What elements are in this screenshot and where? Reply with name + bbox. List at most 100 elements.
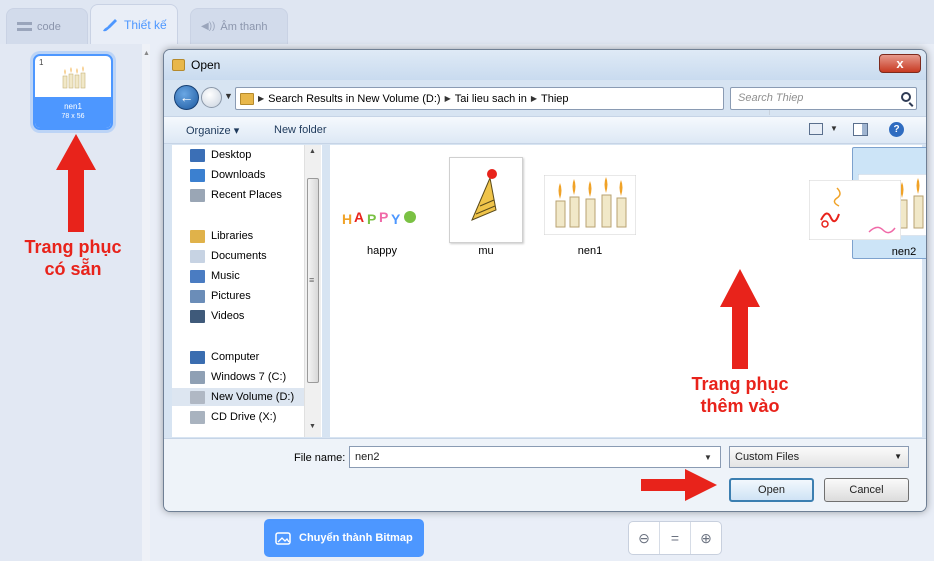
breadcrumb-separator-icon[interactable]: ▶ <box>445 94 451 103</box>
navigation-scrollbar[interactable]: ▲ ≡ ▼ <box>304 145 321 437</box>
tab-bar: code Thiết kế ◀)) Âm thanh <box>0 0 934 44</box>
scrollbar-grip-icon: ≡ <box>309 275 315 285</box>
svg-text:A: A <box>354 209 364 225</box>
dialog-title: Open <box>191 58 221 72</box>
costume-thumbnail <box>62 66 86 89</box>
file-item-nen1[interactable]: nen1 <box>538 153 642 265</box>
costume-caption: nen1 78 x 56 <box>35 97 111 128</box>
organize-menu[interactable]: Organize ▾ <box>186 124 239 137</box>
convert-to-bitmap-label: Chuyển thành Bitmap <box>299 532 413 544</box>
zoom-out-button[interactable]: ⊖ <box>629 522 659 554</box>
nav-item-pictures[interactable]: Pictures <box>190 287 251 305</box>
scroll-up-arrow-icon[interactable]: ▲ <box>309 148 316 155</box>
help-icon[interactable]: ? <box>889 122 904 137</box>
nav-item-label: Pictures <box>211 290 251 302</box>
nav-item-cd-drive[interactable]: CD Drive (X:) <box>190 408 276 426</box>
nav-item-documents[interactable]: Documents <box>190 247 267 265</box>
costume-list-scrollbar[interactable]: ▲ <box>142 44 150 561</box>
file-item-happy[interactable]: H A P P Y happy <box>330 153 434 265</box>
navigation-pane: Desktop Downloads Recent Places Librarie… <box>172 145 322 437</box>
nav-item-videos[interactable]: Videos <box>190 307 244 325</box>
search-placeholder: Search Thiep <box>738 92 804 104</box>
breadcrumb-search-results[interactable]: Search Results in New Volume (D:) <box>268 93 440 105</box>
costume-number: 1 <box>39 58 44 67</box>
file-name-dropdown-icon[interactable]: ▼ <box>704 453 712 462</box>
recent-places-icon <box>190 188 205 202</box>
nav-item-label: Downloads <box>211 169 266 181</box>
videos-icon <box>190 309 205 323</box>
left-red-up-arrow <box>56 134 96 232</box>
scroll-down-arrow-icon[interactable]: ▼ <box>309 423 316 430</box>
file-label: nen1 <box>577 245 603 257</box>
zoom-controls: ⊖ = ⊕ <box>628 521 722 555</box>
tab-sounds[interactable]: ◀)) Âm thanh <box>190 8 288 44</box>
music-icon <box>190 269 205 283</box>
file-label: nen2 <box>891 246 917 258</box>
nav-item-windows7-drive[interactable]: Windows 7 (C:) <box>190 368 286 386</box>
nav-item-downloads[interactable]: Downloads <box>190 166 265 184</box>
nav-item-label: Documents <box>211 250 267 262</box>
red-right-arrow <box>641 469 717 501</box>
drive-icon <box>190 390 205 404</box>
annotation-added-costume: Trang phục thêm vào <box>660 373 820 417</box>
downloads-icon <box>190 168 205 182</box>
breadcrumb-tai-lieu[interactable]: Tai lieu sach in <box>455 93 527 105</box>
paintbrush-icon <box>103 18 117 31</box>
view-dropdown-icon[interactable]: ▼ <box>830 124 838 133</box>
new-folder-button[interactable]: New folder <box>274 124 327 136</box>
open-button[interactable]: Open <box>729 478 814 502</box>
search-input[interactable]: Search Thiep <box>730 87 917 110</box>
nav-item-computer[interactable]: Computer <box>190 348 259 366</box>
preview-pane-icon[interactable] <box>853 123 868 136</box>
dialog-bottom-panel: File name: nen2 ▼ Custom Files ▼ Open Ca… <box>164 438 926 511</box>
phao-thumbnail <box>809 180 901 240</box>
zoom-reset-button[interactable]: = <box>659 522 691 554</box>
dialog-navbar: ← ▼ ▶ Search Results in New Volume (D:) … <box>164 82 926 115</box>
file-name-input[interactable]: nen2 <box>349 446 721 468</box>
nav-item-label: New Volume (D:) <box>211 391 295 403</box>
breadcrumb-thiep[interactable]: Thiep <box>541 93 569 105</box>
cancel-button[interactable]: Cancel <box>824 478 909 502</box>
costume-size: 78 x 56 <box>61 113 85 120</box>
svg-text:H: H <box>342 211 352 227</box>
libraries-icon <box>190 229 205 243</box>
tab-costumes[interactable]: Thiết kế <box>90 4 178 44</box>
svg-text:P: P <box>379 209 388 225</box>
breadcrumb-separator-icon[interactable]: ▶ <box>258 94 264 103</box>
nav-item-libraries[interactable]: Libraries <box>190 227 253 245</box>
nav-item-label: Videos <box>211 310 245 322</box>
file-item-mu[interactable]: mu <box>434 153 538 265</box>
tab-code[interactable]: code <box>6 8 88 44</box>
address-bar[interactable]: ▶ Search Results in New Volume (D:) ▶ Ta… <box>235 87 786 115</box>
convert-to-bitmap-button[interactable]: Chuyển thành Bitmap <box>264 519 424 557</box>
tab-sounds-label: Âm thanh <box>220 20 268 33</box>
desktop-icon <box>190 148 205 162</box>
nav-item-recent-places[interactable]: Recent Places <box>190 186 282 204</box>
costume-card-nen1[interactable]: 1 nen1 78 x 56 <box>33 54 113 130</box>
close-button[interactable]: x <box>879 54 921 73</box>
nav-item-label: Windows 7 (C:) <box>211 371 287 383</box>
nav-item-music[interactable]: Music <box>190 267 240 285</box>
file-type-dropdown-icon: ▼ <box>894 452 902 461</box>
annotation-right-line1: Trang phục <box>691 374 789 394</box>
annotation-available-costume: Trang phục có sẵn <box>0 236 146 280</box>
breadcrumb-separator-icon[interactable]: ▶ <box>531 94 537 103</box>
forward-button[interactable] <box>201 87 222 108</box>
mu-thumbnail <box>449 157 523 243</box>
nav-item-desktop[interactable]: Desktop <box>190 146 251 164</box>
file-type-select[interactable]: Custom Files ▼ <box>729 446 909 468</box>
image-icon <box>275 531 291 545</box>
tab-code-label: code <box>37 20 61 33</box>
scroll-up-arrow-icon[interactable]: ▲ <box>143 50 150 57</box>
annotation-right-line2: thêm vào <box>700 396 780 416</box>
search-icon[interactable] <box>901 92 911 102</box>
file-type-value: Custom Files <box>735 451 800 463</box>
pictures-icon <box>190 289 205 303</box>
nav-item-new-volume[interactable]: New Volume (D:) <box>172 388 304 406</box>
back-button[interactable]: ← <box>174 85 199 110</box>
history-dropdown-icon[interactable]: ▼ <box>224 91 233 101</box>
dialog-toolbar: Organize ▾ New folder ▼ ? <box>164 116 926 144</box>
zoom-in-button[interactable]: ⊕ <box>691 522 721 554</box>
change-view-icon[interactable] <box>809 123 823 135</box>
dialog-titlebar[interactable]: Open x <box>164 50 926 80</box>
